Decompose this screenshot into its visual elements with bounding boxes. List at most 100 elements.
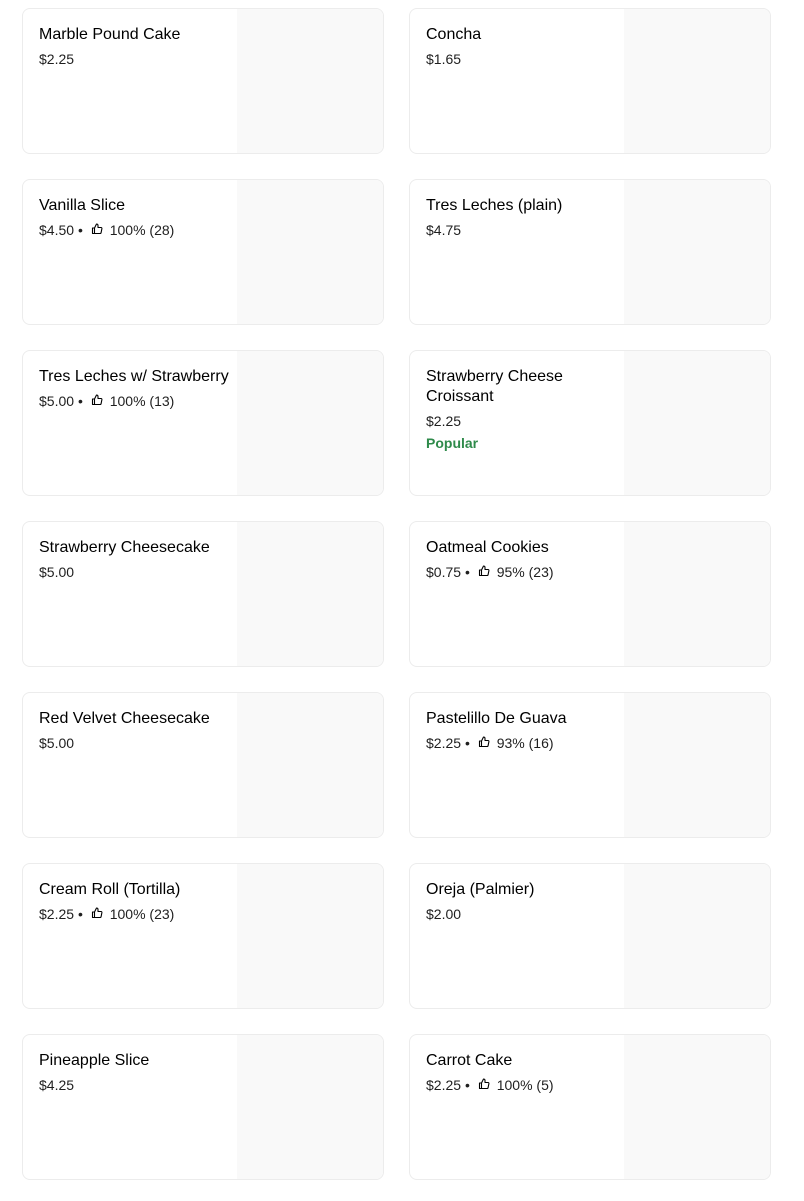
menu-item-meta: $5.00 • 100% (13) (39, 392, 229, 410)
menu-item-meta: $0.75 • 95% (23) (426, 563, 616, 581)
menu-item-meta: $2.25 • 100% (23) (39, 905, 229, 923)
menu-item-image (237, 522, 383, 666)
menu-item-rating: 100% (28) (109, 222, 175, 238)
menu-item-grid: Marble Pound Cake $2.25 • Conc (22, 8, 771, 1180)
menu-item-image (237, 9, 383, 153)
menu-item-info: Oreja (Palmier) $2.00 • (426, 880, 616, 923)
menu-item-info: Strawberry Cheese Croissant $2.25 • Popu… (426, 367, 616, 452)
menu-item-name: Tres Leches w/ Strawberry (39, 368, 229, 385)
menu-item-card[interactable]: Cream Roll (Tortilla) $2.25 • 100% (23) (22, 863, 384, 1009)
menu-item-name: Carrot Cake (426, 1052, 513, 1069)
menu-item-price: $0.75 (426, 564, 462, 580)
menu-item-price: $5.00 (39, 564, 75, 580)
menu-item-price: $4.75 (426, 222, 462, 238)
menu-item-name: Strawberry Cheesecake (39, 539, 210, 556)
menu-item-name: Pastelillo De Guava (426, 710, 567, 727)
menu-item-image (237, 1035, 383, 1179)
menu-item-info: Cream Roll (Tortilla) $2.25 • 100% (23) (39, 880, 229, 923)
menu-item-name: Red Velvet Cheesecake (39, 710, 210, 727)
menu-item-meta: $4.50 • 100% (28) (39, 221, 229, 239)
menu-item-card[interactable]: Concha $1.65 • (409, 8, 771, 154)
menu-item-card[interactable]: Vanilla Slice $4.50 • 100% (28) (22, 179, 384, 325)
thumbs-up-icon (91, 394, 103, 406)
menu-item-meta: $2.25 • 93% (16) (426, 734, 616, 752)
menu-item-price: $4.25 (39, 1077, 75, 1093)
meta-separator: • (78, 393, 83, 409)
menu-item-rating: 100% (13) (109, 393, 175, 409)
menu-item-info: Strawberry Cheesecake $5.00 • (39, 538, 229, 581)
meta-separator: • (465, 1077, 470, 1093)
menu-item-info: Vanilla Slice $4.50 • 100% (28) (39, 196, 229, 239)
menu-item-meta: $4.25 • (39, 1076, 229, 1094)
menu-item-image (624, 522, 770, 666)
menu-item-image (237, 180, 383, 324)
menu-item-image (624, 351, 770, 495)
menu-item-info: Pastelillo De Guava $2.25 • 93% (16) (426, 709, 616, 752)
menu-item-name: Pineapple Slice (39, 1052, 150, 1069)
meta-separator: • (465, 735, 470, 751)
menu-item-name: Cream Roll (Tortilla) (39, 881, 181, 898)
menu-item-meta: $1.65 • (426, 50, 616, 68)
menu-item-info: Marble Pound Cake $2.25 • (39, 25, 229, 68)
menu-item-image (237, 351, 383, 495)
menu-item-info: Red Velvet Cheesecake $5.00 • (39, 709, 229, 752)
menu-item-name: Strawberry Cheese Croissant (426, 368, 563, 405)
menu-item-meta: $4.75 • (426, 221, 616, 239)
thumbs-up-icon (478, 736, 490, 748)
menu-item-price: $2.25 (39, 51, 75, 67)
menu-item-info: Concha $1.65 • (426, 25, 616, 68)
menu-item-name: Tres Leches (plain) (426, 197, 563, 214)
menu-item-price: $2.25 (426, 735, 462, 751)
menu-item-price: $2.25 (426, 413, 462, 429)
menu-item-price: $5.00 (39, 735, 75, 751)
menu-item-price: $2.00 (426, 906, 462, 922)
thumbs-up-icon (91, 223, 103, 235)
menu-item-card[interactable]: Carrot Cake $2.25 • 100% (5) (409, 1034, 771, 1180)
menu-item-card[interactable]: Tres Leches (plain) $4.75 • (409, 179, 771, 325)
menu-item-image (624, 1035, 770, 1179)
menu-item-info: Tres Leches w/ Strawberry $5.00 • 100% (… (39, 367, 229, 410)
menu-item-image (624, 9, 770, 153)
menu-item-meta: $2.25 • 100% (5) (426, 1076, 616, 1094)
menu-item-price: $2.25 (426, 1077, 462, 1093)
menu-item-card[interactable]: Strawberry Cheese Croissant $2.25 • Popu… (409, 350, 771, 496)
menu-item-name: Oreja (Palmier) (426, 881, 535, 898)
menu-item-image (624, 180, 770, 324)
menu-item-meta: $5.00 • (39, 563, 229, 581)
menu-item-info: Pineapple Slice $4.25 • (39, 1051, 229, 1094)
menu-item-rating: 100% (23) (109, 906, 175, 922)
menu-item-card[interactable]: Pineapple Slice $4.25 • (22, 1034, 384, 1180)
menu-item-rating: 95% (23) (496, 564, 554, 580)
menu-item-rating: 93% (16) (496, 735, 554, 751)
meta-separator: • (78, 222, 83, 238)
menu-item-price: $5.00 (39, 393, 75, 409)
menu-item-card[interactable]: Strawberry Cheesecake $5.00 • (22, 521, 384, 667)
popular-badge: Popular (426, 435, 479, 451)
menu-item-card[interactable]: Tres Leches w/ Strawberry $5.00 • 100% (… (22, 350, 384, 496)
menu-item-info: Tres Leches (plain) $4.75 • (426, 196, 616, 239)
menu-item-card[interactable]: Red Velvet Cheesecake $5.00 • (22, 692, 384, 838)
menu-item-name: Marble Pound Cake (39, 26, 181, 43)
thumbs-up-icon (478, 565, 490, 577)
menu-item-card[interactable]: Oatmeal Cookies $0.75 • 95% (23) (409, 521, 771, 667)
menu-item-image (624, 864, 770, 1008)
menu-item-card[interactable]: Pastelillo De Guava $2.25 • 93% (16) (409, 692, 771, 838)
menu-item-info: Oatmeal Cookies $0.75 • 95% (23) (426, 538, 616, 581)
menu-item-meta: $2.25 • (39, 50, 229, 68)
menu-item-image (237, 693, 383, 837)
menu-item-rating: 100% (5) (496, 1077, 554, 1093)
menu-item-name: Concha (426, 26, 482, 43)
thumbs-up-icon (478, 1078, 490, 1090)
menu-item-price: $2.25 (39, 906, 75, 922)
menu-item-info: Carrot Cake $2.25 • 100% (5) (426, 1051, 616, 1094)
menu-item-price: $4.50 (39, 222, 75, 238)
menu-item-card[interactable]: Oreja (Palmier) $2.00 • (409, 863, 771, 1009)
meta-separator: • (465, 564, 470, 580)
menu-item-name: Oatmeal Cookies (426, 539, 549, 556)
menu-item-card[interactable]: Marble Pound Cake $2.25 • (22, 8, 384, 154)
thumbs-up-icon (91, 907, 103, 919)
menu-item-price: $1.65 (426, 51, 462, 67)
menu-item-meta: $2.25 • (426, 412, 616, 430)
menu-item-meta: $5.00 • (39, 734, 229, 752)
menu-item-image (237, 864, 383, 1008)
